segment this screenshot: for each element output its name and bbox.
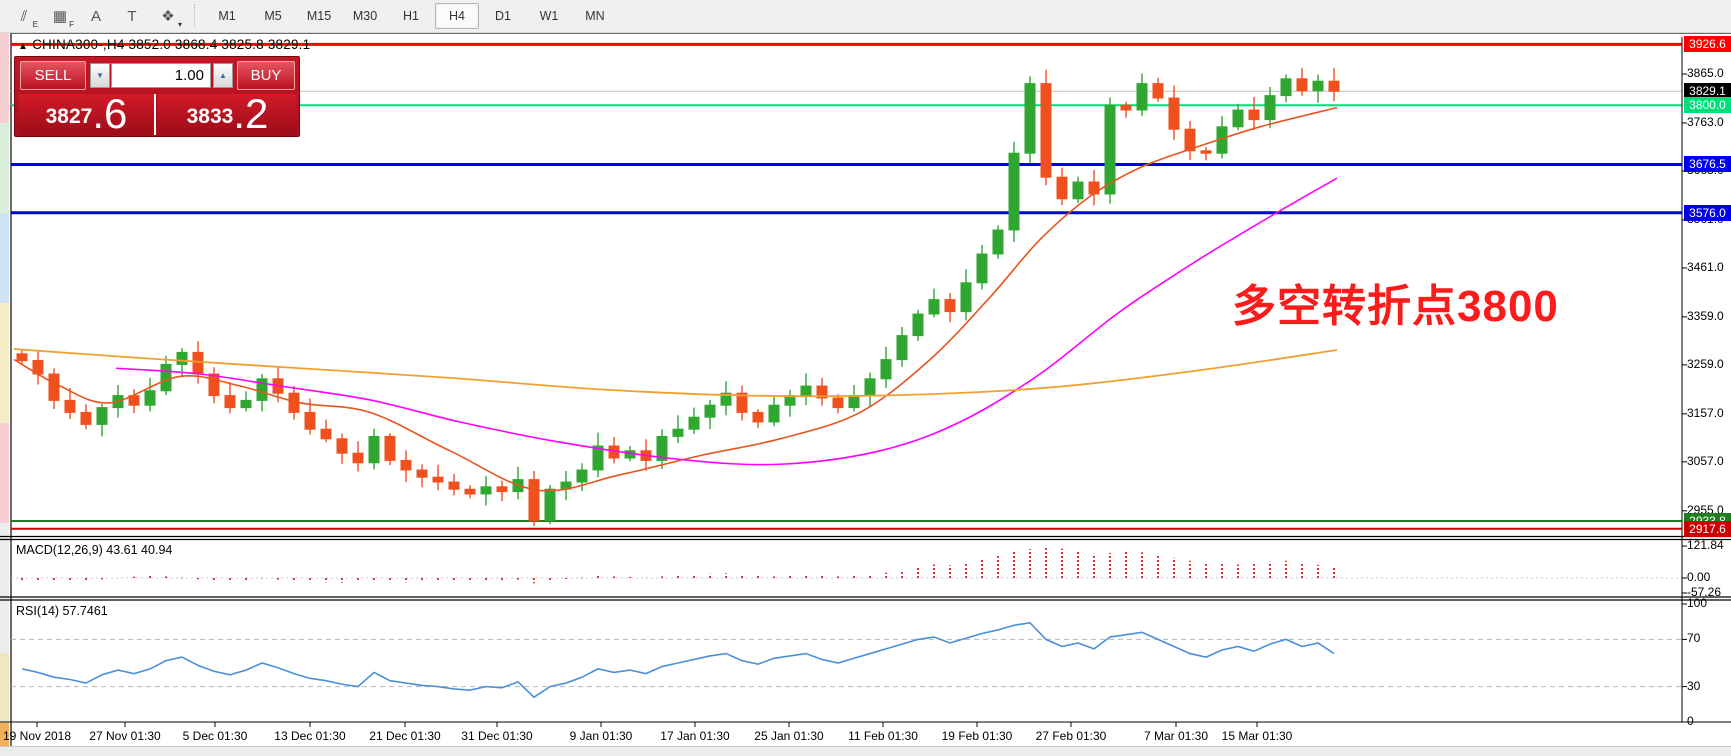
time-tick: 15 Mar 01:30 (1222, 729, 1293, 743)
timeframe-H1[interactable]: H1 (389, 3, 433, 29)
one-click-trade-panel: SELL ▼ ▲ BUY 3827.6 3833.2 (14, 56, 300, 137)
price-tick: 3763.0 (1687, 115, 1724, 129)
shapes-arrows-icon[interactable]: ❖▾ (152, 2, 184, 30)
toolbar-separator (194, 4, 196, 28)
time-tick: 11 Feb 01:30 (848, 729, 918, 743)
rsi-tick: 30 (1687, 679, 1700, 693)
volume-decrease-button[interactable]: ▼ (90, 63, 110, 88)
timeframe-H4[interactable]: H4 (435, 3, 479, 29)
time-tick: 25 Jan 01:30 (754, 729, 823, 743)
chart-title-text: CHINA300-,H4 3852.0 3868.4 3825.8 3829.1 (32, 37, 310, 52)
price-tick: 3461.0 (1687, 260, 1724, 274)
mt4-terminal: ⫽E▦FAT❖▾ M1M5M15M30H1H4D1W1MN ▲ CHINA300-… (0, 0, 1731, 756)
equidistant-channel-icon[interactable]: ⫽E (8, 2, 40, 30)
rsi-tick: 70 (1687, 631, 1700, 645)
timeframe-M5[interactable]: M5 (251, 3, 295, 29)
macd-tick: 0.00 (1687, 570, 1710, 584)
timeframe-D1[interactable]: D1 (481, 3, 525, 29)
rsi-indicator-label: RSI(14) 57.7461 (16, 604, 108, 618)
timeframe-MN[interactable]: MN (573, 3, 617, 29)
window-bottom-edge (0, 746, 1731, 756)
time-tick: 13 Dec 01:30 (274, 729, 345, 743)
ask-price-button[interactable]: 3833.2 (158, 94, 297, 135)
price-tick: 3259.0 (1687, 357, 1724, 371)
chart-annotation-text: 多空转折点3800 (1232, 270, 1559, 334)
time-tick: 7 Mar 01:30 (1144, 729, 1208, 743)
ask-decimal: .2 (233, 96, 268, 132)
sell-button[interactable]: SELL (20, 61, 86, 90)
price-tick: 3057.0 (1687, 454, 1724, 468)
timeframe-M1[interactable]: M1 (205, 3, 249, 29)
rsi-tick: 100 (1687, 596, 1707, 610)
time-tick: 27 Feb 01:30 (1036, 729, 1107, 743)
time-tick: 27 Nov 01:30 (89, 729, 160, 743)
toolbar: ⫽E▦FAT❖▾ M1M5M15M30H1H4D1W1MN (0, 0, 1731, 33)
timeframe-group: M1M5M15M30H1H4D1W1MN (204, 3, 618, 29)
bid-decimal: .6 (92, 96, 127, 132)
price-badge-3926.6: 3926.6 (1684, 36, 1731, 52)
timeframe-W1[interactable]: W1 (527, 3, 571, 29)
bid-integer: 3827 (46, 102, 93, 132)
macd-indicator-label: MACD(12,26,9) 43.61 40.94 (16, 543, 172, 557)
drawing-tools-group: ⫽E▦FAT❖▾ (6, 2, 186, 30)
time-tick: 31 Dec 01:30 (461, 729, 532, 743)
price-tick: 3865.0 (1687, 66, 1724, 80)
symbol-dropdown-arrow-icon[interactable]: ▲ (18, 41, 28, 52)
time-tick: 19 Feb 01:30 (942, 729, 1013, 743)
macd-tick: 121.84 (1687, 538, 1724, 552)
chart-window (10, 33, 1731, 756)
bid-price-button[interactable]: 3827.6 (19, 94, 156, 135)
time-tick: 21 Dec 01:30 (369, 729, 440, 743)
rsi-tick: 0 (1687, 714, 1694, 728)
buy-button[interactable]: BUY (237, 61, 295, 90)
chart-title: ▲ CHINA300-,H4 3852.0 3868.4 3825.8 3829.… (18, 37, 310, 52)
ask-integer: 3833 (187, 102, 234, 132)
price-badge-3576.0: 3576.0 (1684, 205, 1731, 221)
time-tick: 19 Nov 2018 (3, 729, 71, 743)
text-label-icon[interactable]: T (116, 2, 148, 30)
time-tick: 9 Jan 01:30 (570, 729, 633, 743)
timeframe-M15[interactable]: M15 (297, 3, 341, 29)
timeframe-M30[interactable]: M30 (343, 3, 387, 29)
price-badge-3676.5: 3676.5 (1684, 156, 1731, 172)
price-tick: 3359.0 (1687, 309, 1724, 323)
time-tick: 5 Dec 01:30 (183, 729, 248, 743)
price-badge-3800.0: 3800.0 (1684, 97, 1731, 113)
background-window-edge (0, 33, 9, 756)
text-icon[interactable]: A (80, 2, 112, 30)
fibonacci-grid-icon[interactable]: ▦F (44, 2, 76, 30)
price-badge-2917.6: 2917.6 (1684, 521, 1731, 537)
time-tick: 17 Jan 01:30 (660, 729, 729, 743)
volume-input[interactable] (111, 63, 211, 88)
price-tick: 3157.0 (1687, 406, 1724, 420)
volume-increase-button[interactable]: ▲ (213, 63, 233, 88)
